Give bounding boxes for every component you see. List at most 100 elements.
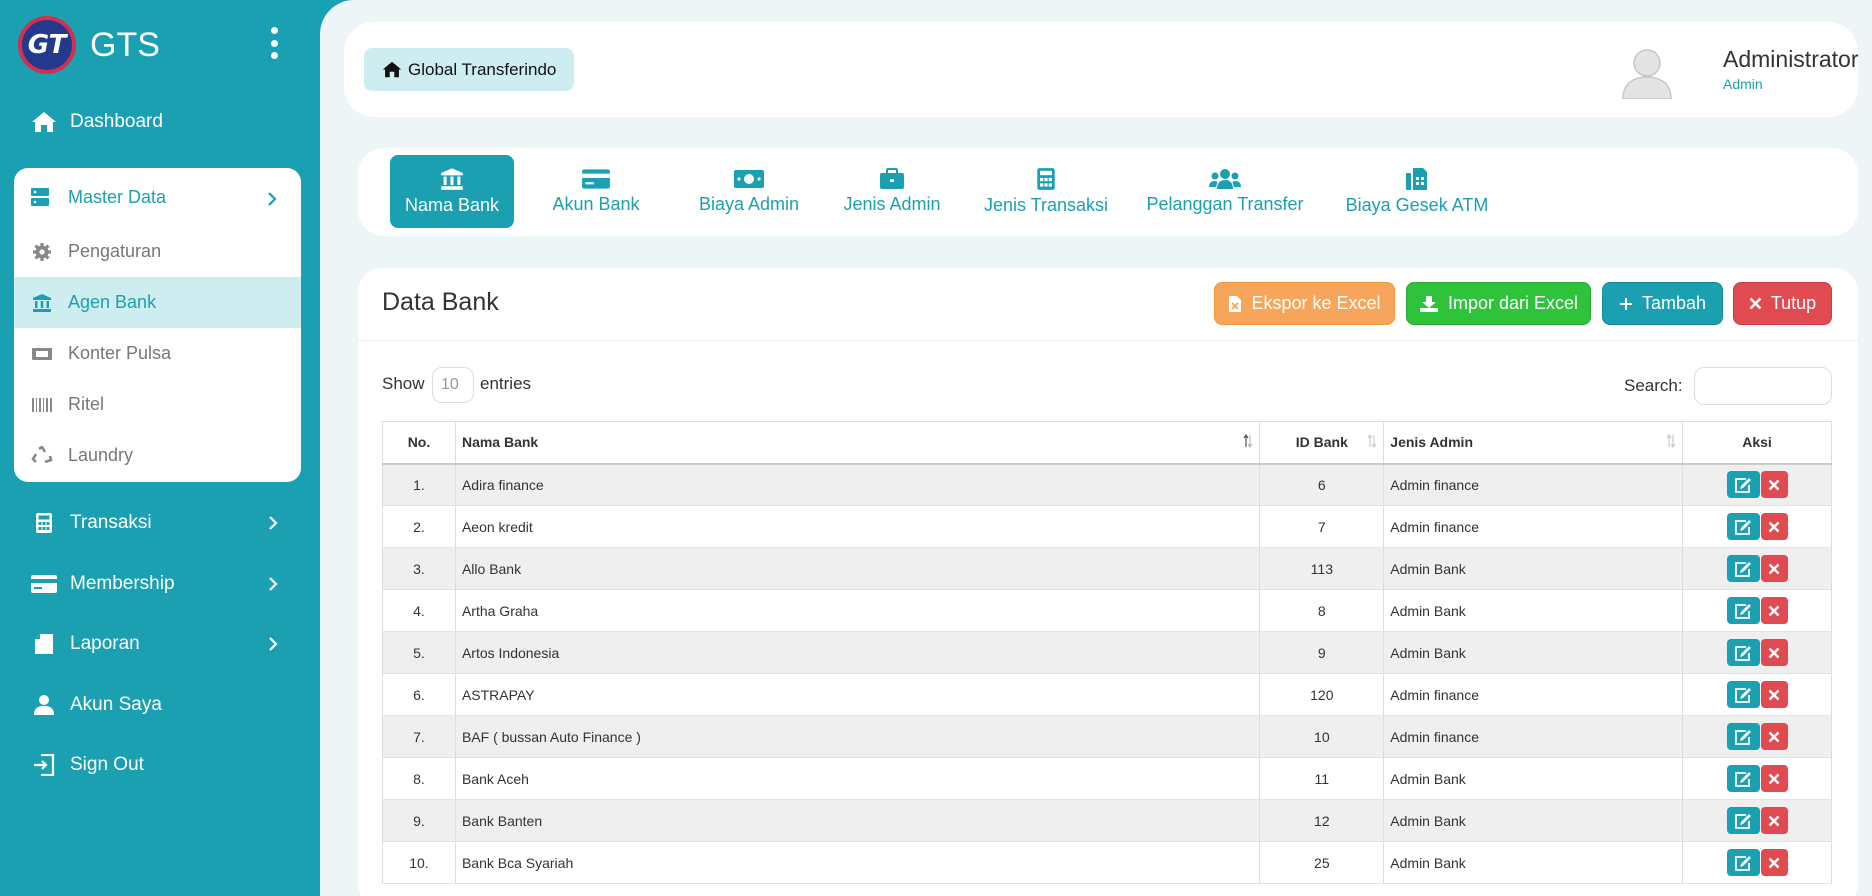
cell-aksi: [1682, 589, 1832, 632]
users-icon: [1209, 169, 1241, 189]
close-icon: [1768, 479, 1780, 491]
col-header-jenis-admin[interactable]: Jenis Admin: [1383, 421, 1684, 465]
col-header-no[interactable]: No.: [382, 421, 456, 465]
col-header-aksi: Aksi: [1682, 421, 1832, 465]
table-row: 8. Bank Aceh 11 Admin Bank: [382, 757, 1832, 800]
sidebar-item-dashboard[interactable]: Dashboard: [30, 102, 288, 142]
search-input[interactable]: [1694, 367, 1832, 405]
sidebar-item-label: Akun Saya: [70, 694, 162, 715]
cell-aksi: [1682, 715, 1832, 758]
cell-nama-bank: Artha Graha: [454, 589, 1261, 632]
cell-id-bank: 11: [1259, 757, 1385, 800]
cell-no: 2.: [382, 505, 456, 548]
sidebar-item-label: Master Data: [68, 186, 167, 207]
brand-name: GTS: [90, 25, 160, 64]
edit-icon: [1735, 561, 1752, 577]
edit-button[interactable]: [1726, 765, 1760, 792]
edit-button[interactable]: [1726, 471, 1760, 499]
tab-jenis-admin[interactable]: Jenis Admin: [824, 155, 960, 228]
page-length-select[interactable]: 10: [432, 367, 474, 403]
delete-button[interactable]: [1760, 471, 1788, 499]
sidebar-item-sign-out[interactable]: Sign Out: [30, 745, 288, 785]
cell-aksi: [1682, 841, 1832, 884]
kebab-menu-icon[interactable]: [268, 27, 280, 59]
tab-akun-bank[interactable]: Akun Bank: [534, 155, 658, 228]
delete-button[interactable]: [1760, 555, 1788, 582]
edit-button[interactable]: [1726, 597, 1760, 624]
tab-pelanggan-transfer[interactable]: Pelanggan Transfer: [1128, 155, 1322, 228]
cell-id-bank: 10: [1259, 715, 1385, 758]
import-excel-button[interactable]: Impor dari Excel: [1406, 282, 1591, 325]
delete-button[interactable]: [1760, 765, 1788, 792]
home-icon: [382, 61, 402, 78]
export-excel-button[interactable]: Ekspor ke Excel: [1214, 282, 1395, 325]
sidebar-item-master-data[interactable]: Master Data: [14, 168, 301, 226]
sidebar-item-ritel[interactable]: Ritel: [14, 379, 301, 430]
delete-button[interactable]: [1760, 849, 1788, 876]
delete-button[interactable]: [1760, 723, 1788, 750]
sign-out-icon: [30, 753, 58, 777]
close-icon: [1768, 689, 1780, 700]
cell-aksi: [1682, 799, 1832, 842]
cell-aksi: [1682, 505, 1832, 548]
table-row: 1. Adira finance 6 Admin finance: [382, 463, 1832, 506]
cell-no: 5.: [382, 631, 456, 674]
col-header-label: Jenis Admin: [1390, 434, 1474, 451]
sidebar-item-laporan[interactable]: Laporan: [30, 624, 288, 664]
edit-button[interactable]: [1726, 513, 1760, 540]
delete-button[interactable]: [1760, 681, 1788, 708]
edit-button[interactable]: [1726, 681, 1760, 708]
delete-button[interactable]: [1760, 807, 1788, 834]
cell-jenis-admin: Admin finance: [1383, 463, 1684, 506]
delete-button[interactable]: [1760, 513, 1788, 540]
sidebar-item-konter-pulsa[interactable]: Konter Pulsa: [14, 328, 301, 379]
close-button[interactable]: Tutup: [1733, 282, 1832, 325]
edit-button[interactable]: [1726, 849, 1760, 876]
delete-button[interactable]: [1760, 597, 1788, 624]
logo: GT: [18, 16, 76, 74]
close-icon: [1768, 773, 1780, 784]
delete-button[interactable]: [1760, 639, 1788, 666]
col-header-nama-bank[interactable]: Nama Bank: [454, 421, 1261, 465]
cell-nama-bank: Artos Indonesia: [454, 631, 1261, 674]
cell-jenis-admin: Admin finance: [1383, 715, 1684, 758]
cell-jenis-admin: Admin Bank: [1383, 547, 1684, 590]
close-icon: [1768, 815, 1780, 826]
sidebar-item-transaksi[interactable]: Transaksi: [30, 503, 288, 543]
tab-biaya-admin[interactable]: Biaya Admin: [674, 155, 824, 228]
close-icon: [1768, 731, 1780, 742]
server-icon: [30, 187, 54, 207]
edit-button[interactable]: [1726, 723, 1760, 750]
sort-icon: [1367, 433, 1377, 451]
sidebar-item-agen-bank[interactable]: Agen Bank: [14, 277, 301, 328]
col-header-label: ID Bank: [1295, 434, 1348, 451]
tab-biaya-gesek-atm[interactable]: Biaya Gesek ATM: [1322, 155, 1512, 228]
col-header-id-bank[interactable]: ID Bank: [1259, 421, 1385, 465]
brand[interactable]: GT GTS: [18, 16, 160, 74]
add-button[interactable]: Tambah: [1602, 282, 1723, 325]
table-row: 2. Aeon kredit 7 Admin finance: [382, 505, 1832, 548]
table-row: 10. Bank Bca Syariah 25 Admin Bank: [382, 841, 1832, 884]
cell-no: 9.: [382, 799, 456, 842]
edit-button[interactable]: [1726, 639, 1760, 666]
sidebar-item-label: Sign Out: [70, 754, 144, 775]
button-label: Tutup: [1770, 293, 1817, 313]
show-label: Show: [382, 374, 425, 393]
edit-icon: [1735, 813, 1752, 829]
tab-jenis-transaksi[interactable]: Jenis Transaksi: [964, 155, 1128, 228]
sidebar-item-membership[interactable]: Membership: [30, 564, 288, 604]
home-breadcrumb-button[interactable]: Global Transferindo: [364, 48, 575, 91]
tab-nama-bank[interactable]: Nama Bank: [390, 155, 514, 228]
edit-icon: [1735, 729, 1752, 745]
calculator-icon: [30, 511, 58, 535]
sidebar-item-akun-saya[interactable]: Akun Saya: [30, 685, 288, 725]
cell-id-bank: 8: [1259, 589, 1385, 632]
edit-button[interactable]: [1726, 807, 1760, 834]
avatar[interactable]: [1618, 41, 1676, 100]
file-icon: [30, 632, 58, 656]
sidebar-item-pengaturan[interactable]: Pengaturan: [14, 226, 301, 277]
credit-card-icon: [30, 572, 58, 596]
edit-button[interactable]: [1726, 555, 1760, 582]
sidebar-item-laundry[interactable]: Laundry: [14, 430, 301, 481]
edit-icon: [1735, 519, 1752, 535]
